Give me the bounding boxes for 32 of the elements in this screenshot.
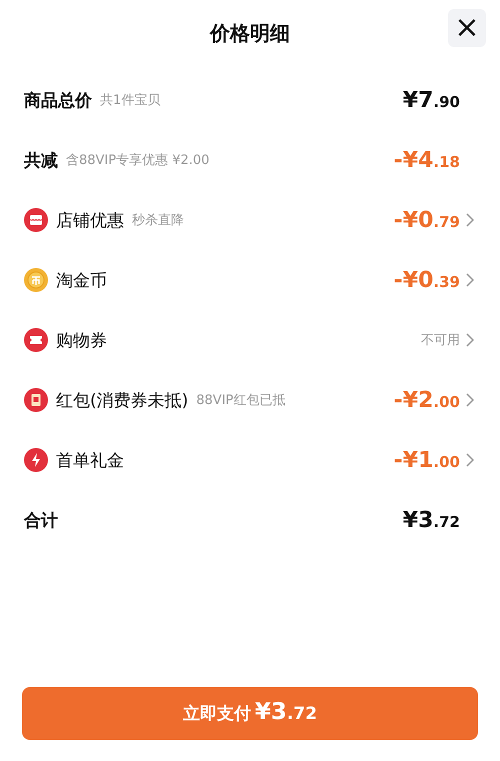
price-amount: -¥4.18	[394, 148, 460, 172]
close-button[interactable]: ×	[448, 9, 486, 47]
price-amount: ¥3.72	[402, 508, 460, 532]
coin-icon	[24, 268, 48, 292]
row-label: 店铺优惠	[56, 210, 124, 232]
price-amount: -¥0.39	[394, 268, 460, 292]
status-text: 不可用	[421, 332, 460, 349]
row-label: 商品总价	[24, 90, 92, 112]
row-label: 红包(消费券未抵)	[56, 390, 188, 412]
price-amount: -¥0.79	[394, 208, 460, 232]
price-amount: -¥1.00	[394, 448, 460, 472]
price-row[interactable]: 购物券 不可用	[0, 310, 500, 370]
row-note: 88VIP红包已抵	[196, 392, 286, 409]
row-label: 合计	[24, 510, 58, 532]
row-label: 首单礼金	[56, 450, 124, 472]
store-icon	[24, 208, 48, 232]
price-row[interactable]: 首单礼金 -¥1.00	[0, 430, 500, 490]
row-note: 含88VIP专享优惠 ¥2.00	[66, 152, 210, 169]
price-row[interactable]: 店铺优惠 秒杀直降 -¥0.79	[0, 190, 500, 250]
price-row[interactable]: 淘金币 -¥0.39	[0, 250, 500, 310]
row-note: 共1件宝贝	[100, 92, 160, 109]
row-label: 购物券	[56, 330, 107, 352]
price-amount: -¥2.00	[394, 388, 460, 412]
price-amount: ¥7.90	[402, 88, 460, 112]
price-row[interactable]: 红包(消费券未抵) 88VIP红包已抵 -¥2.00	[0, 370, 500, 430]
ticket-icon	[24, 328, 48, 352]
dialog-title: 价格明细	[210, 20, 290, 46]
envelope-icon	[24, 388, 48, 412]
row-label: 淘金币	[56, 270, 107, 292]
row-note: 秒杀直降	[132, 212, 184, 229]
lightning-icon	[24, 448, 48, 472]
row-label: 共减	[24, 150, 58, 172]
